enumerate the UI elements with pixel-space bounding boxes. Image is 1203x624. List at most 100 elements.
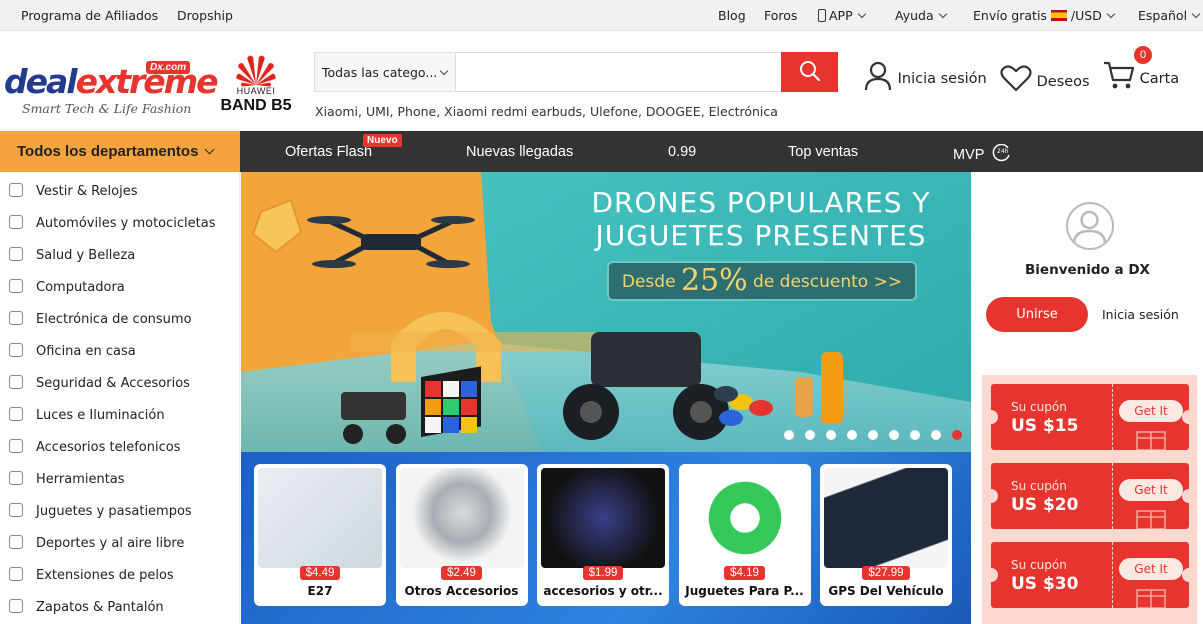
tag-icon (9, 375, 23, 389)
carousel-dot[interactable] (847, 430, 857, 440)
sidebar-item-label: Zapatos & Pantalón (36, 600, 164, 615)
login-button[interactable]: Inicia sesión (863, 61, 987, 91)
banner-promo-button[interactable]: Desde 25% de descuento >> (607, 261, 917, 301)
huawei-band-promo[interactable]: HUAWEI BAND B5 (214, 53, 298, 119)
huawei-brand: HUAWEI (236, 86, 276, 96)
get-coupon-button[interactable]: Get It (1119, 479, 1183, 501)
carousel-dot[interactable] (826, 430, 836, 440)
product-card[interactable]: $2.49 Otros Accesorios (395, 464, 528, 606)
product-price: $2.49 (441, 566, 482, 580)
forums-link[interactable]: Foros (764, 8, 797, 23)
huawei-product: BAND B5 (220, 97, 292, 114)
chevron-down-icon (439, 66, 449, 76)
nav-new-arrivals[interactable]: Nuevas llegadas (466, 144, 573, 160)
sidebar-item-label: Electrónica de consumo (36, 312, 192, 327)
sidebar-item-label: Salud y Belleza (36, 248, 136, 263)
sidebar-item[interactable]: Vestir & Relojes (0, 174, 240, 206)
sidebar-item-label: Extensiones de pelos (36, 568, 174, 583)
carousel-dot[interactable] (889, 430, 899, 440)
phone-icon (9, 439, 23, 453)
product-card[interactable]: $27.99 GPS Del Vehículo (820, 464, 952, 606)
blog-link[interactable]: Blog (718, 8, 746, 23)
huawei-logo-icon (236, 55, 276, 87)
carousel-dot[interactable] (805, 430, 815, 440)
coupon-label: Su cupón (1011, 558, 1067, 572)
carousel-dot[interactable] (784, 430, 794, 440)
product-name: accesorios y otr... (543, 584, 663, 598)
shirt-icon (9, 183, 23, 197)
sidebar-item[interactable]: Seguridad & Accesorios (0, 366, 240, 398)
search-button[interactable] (781, 52, 838, 92)
product-card[interactable]: $1.99 accesorios y otr... (537, 464, 669, 606)
get-coupon-button[interactable]: Get It (1119, 558, 1183, 580)
get-coupon-button[interactable]: Get It (1119, 400, 1183, 422)
search-category-select[interactable]: Todas las catego... (314, 52, 455, 92)
product-price: $1.99 (582, 566, 624, 580)
chevron-down-icon (1106, 9, 1116, 19)
cart-icon (1104, 61, 1135, 89)
coupon-label: Su cupón (1011, 479, 1067, 493)
product-card[interactable]: $4.19 Juguetes Para P... (678, 464, 811, 606)
coupon-label: Su cupón (1011, 400, 1067, 414)
toy-icon (9, 503, 23, 517)
all-departments-button[interactable]: Todos los departamentos (0, 131, 240, 172)
wishlist-button[interactable]: Deseos (1000, 64, 1090, 92)
sidebar-item[interactable]: Oficina en casa (0, 334, 240, 366)
top-bar: Programa de Afiliados Dropship Blog Foro… (0, 0, 1203, 31)
panel-login-link[interactable]: Inicia sesión (1102, 307, 1179, 322)
sidebar-item[interactable]: Deportes y al aire libre (0, 526, 240, 558)
dealextreme-logo[interactable]: dealextreme Dx.com Smart Tech & Life Fas… (4, 58, 218, 118)
affiliates-link[interactable]: Programa de Afiliados (21, 8, 158, 23)
carousel-dot[interactable] (952, 430, 962, 440)
help-menu[interactable]: Ayuda (895, 8, 947, 23)
sidebar-item[interactable]: Automóviles y motocicletas (0, 206, 240, 238)
sidebar-item[interactable]: Salud y Belleza (0, 238, 240, 270)
carousel-dot[interactable] (910, 430, 920, 440)
nav-flash-deals[interactable]: Ofertas Flash (285, 144, 372, 160)
featured-products: $4.49 E27 $2.49 Otros Accesorios $1.99 acceso… (241, 452, 971, 624)
sidebar-item-label: Luces e Iluminación (36, 408, 165, 423)
nav-top-sales[interactable]: Top ventas (788, 144, 858, 160)
join-button[interactable]: Unirse (986, 297, 1088, 332)
app-menu[interactable]: APP (818, 8, 866, 23)
cart-button[interactable]: Carta (1103, 60, 1179, 90)
search-input[interactable] (455, 52, 782, 92)
coupon-card: Su cupón US $20 Get It (991, 463, 1189, 529)
product-image (824, 468, 948, 568)
sidebar-item[interactable]: Extensiones de pelos (0, 558, 240, 590)
logo-tagline: Smart Tech & Life Fashion (22, 101, 192, 116)
nav-099[interactable]: 0.99 (668, 144, 696, 160)
sidebar-item[interactable]: Zapatos & Pantalón (0, 590, 240, 622)
hot-search-words[interactable]: Xiaomi, UMI, Phone, Xiaomi redmi earbuds… (315, 104, 778, 119)
sidebar-item-label: Computadora (36, 280, 125, 295)
dropship-link[interactable]: Dropship (177, 8, 233, 23)
sidebar-item[interactable]: Luces e Iluminación (0, 398, 240, 430)
bulb-icon (9, 407, 23, 421)
chevron-down-icon (857, 9, 866, 19)
sofa-icon (9, 343, 23, 357)
coupon-card: Su cupón US $30 Get It (991, 542, 1189, 608)
coupon-list: Su cupón US $15 Get It Su cupón US $20 Get It… (982, 375, 1197, 624)
gift-icon (1136, 431, 1166, 450)
carousel-dot[interactable] (868, 430, 878, 440)
gift-icon (1136, 589, 1166, 608)
shipping-currency-menu[interactable]: Envío gratis /USD (973, 8, 1116, 23)
carousel-dot[interactable] (931, 430, 941, 440)
sidebar-item[interactable]: Juguetes y pasatiempos (0, 494, 240, 526)
sidebar-item[interactable]: Accesorios telefonicos (0, 430, 240, 462)
hero-banner[interactable]: DRONES POPULARES Y JUGUETES PRESENTES De… (241, 172, 971, 452)
product-price: $4.19 (724, 566, 765, 580)
chevron-down-icon (204, 144, 215, 155)
language-menu[interactable]: Español (1138, 8, 1201, 23)
coupon-value: US $15 (1011, 416, 1079, 436)
hair-icon (9, 567, 23, 581)
headphones-icon (9, 311, 23, 325)
product-card[interactable]: $4.49 E27 (254, 464, 386, 606)
nav-mvp[interactable]: MVP 24h (953, 143, 1012, 163)
sidebar-item[interactable]: Electrónica de consumo (0, 302, 240, 334)
sidebar-item-label: Vestir & Relojes (36, 184, 138, 199)
sidebar-item[interactable]: Computadora (0, 270, 240, 302)
sidebar-item[interactable]: Herramientas (0, 462, 240, 494)
gift-icon (1136, 510, 1166, 529)
chevron-down-icon (938, 9, 947, 19)
